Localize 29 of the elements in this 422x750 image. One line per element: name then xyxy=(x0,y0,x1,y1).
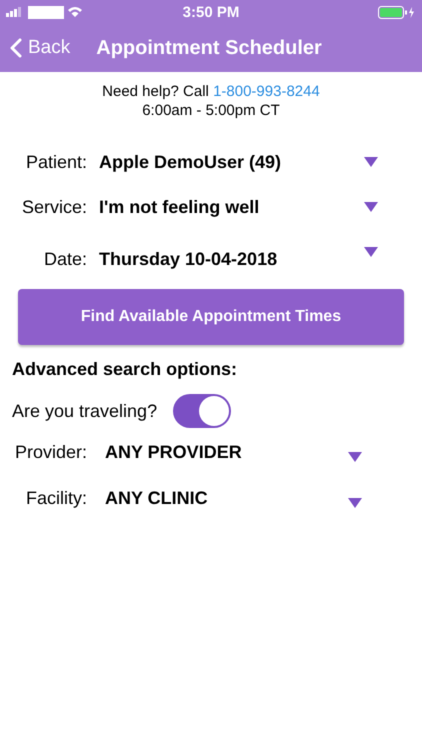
field-label: Service: xyxy=(20,196,87,218)
status-time: 3:50 PM xyxy=(182,4,240,20)
dropdown-caret-icon[interactable] xyxy=(364,202,378,212)
dropdown-caret-icon[interactable] xyxy=(348,498,362,508)
phone-link[interactable]: 1-800-993-8244 xyxy=(213,83,320,100)
battery-icon xyxy=(378,6,416,18)
screen-title: Appointment Scheduler xyxy=(96,36,322,60)
signal-icon xyxy=(6,7,24,17)
find-times-button[interactable]: Find Available Appointment Times xyxy=(18,289,404,345)
dropdown-value[interactable]: ANY PROVIDER xyxy=(105,442,330,462)
help-text: Need help? Call 1-800-993-8244 xyxy=(101,82,321,101)
field-label: Patient: xyxy=(24,152,87,172)
toggle-label: Are you traveling? xyxy=(12,400,158,422)
field-label: Date: xyxy=(42,248,87,270)
hours-text: 6:00am - 5:00pm CT xyxy=(141,101,281,120)
dropdown-value[interactable]: I'm not feeling well xyxy=(99,196,352,218)
redacted-block xyxy=(28,6,64,18)
wifi-icon xyxy=(68,7,82,17)
chevron-left-icon xyxy=(10,38,22,58)
traveling-toggle[interactable] xyxy=(173,394,232,428)
dropdown-caret-icon[interactable] xyxy=(364,247,378,257)
section-heading: Advanced search options: xyxy=(12,359,238,380)
dropdown-value[interactable]: ANY CLINIC xyxy=(105,488,330,508)
field-label: Facility: xyxy=(24,488,87,508)
dropdown-value[interactable]: Thursday 10-04-2018 xyxy=(99,248,352,270)
dropdown-caret-icon[interactable] xyxy=(364,157,378,167)
dropdown-caret-icon[interactable] xyxy=(348,452,362,462)
dropdown-value[interactable]: Apple DemoUser (49) xyxy=(99,152,352,172)
field-label: Provider: xyxy=(14,442,87,462)
